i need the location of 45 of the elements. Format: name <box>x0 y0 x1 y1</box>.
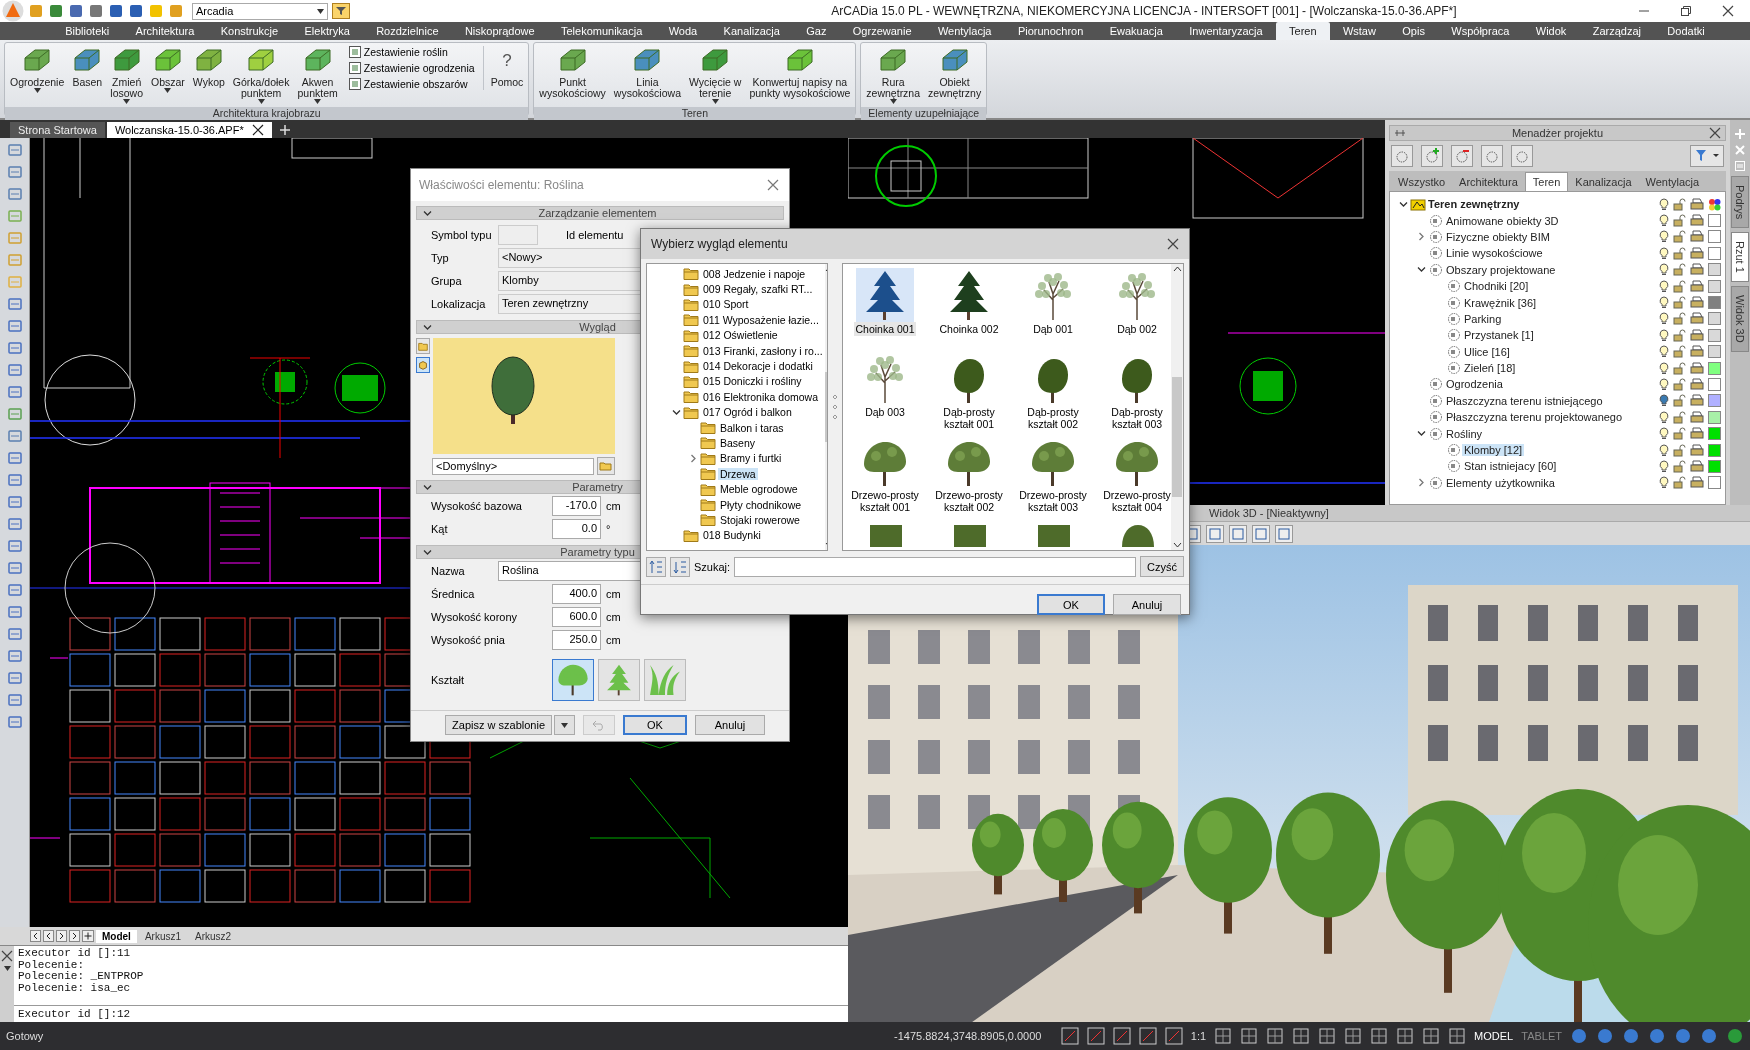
thumbnail-label: Dąb-prosty kształt 001 <box>942 405 996 431</box>
unit-label: cm <box>606 499 621 512</box>
thumbnail-label: Dąb-prosty kształt 003 <box>1110 405 1164 431</box>
command-history-line: Polecenie: isa_ec <box>18 982 132 994</box>
field-label: Id elementu <box>566 228 625 241</box>
command-history-line: Polecenie: _ENTPROP <box>18 971 145 983</box>
field-label: Kąt <box>431 522 449 535</box>
unit-label: cm <box>606 610 621 623</box>
field-label: Symbol typu <box>431 228 493 241</box>
command-history-line: Polecenie: <box>18 959 85 971</box>
thumbnail-label: Choinka 002 <box>938 322 1000 336</box>
command-history-line: Executor id []:11 <box>18 948 132 960</box>
field-label: Kształt <box>431 674 465 686</box>
window-title: ArCADia 15.0 PL - WEWNĘTRZNA, NIEKOMERCYJNA LICENCJA - INTERSOFT [001] - [Wolczanska-15.0-36.APF*] <box>831 4 1457 18</box>
unit-label: cm <box>606 633 621 646</box>
thumbnail-label: Drzewo-prosty kształt 003 <box>1018 488 1088 514</box>
thumbnail-label: Dąb 001 <box>1032 322 1074 336</box>
thumbnail-label: Drzewo-prosty kształt 002 <box>934 488 1004 514</box>
view-title: Widok 3D - [Nieaktywny] <box>1209 507 1329 519</box>
question-mark-icon: ? <box>502 46 512 74</box>
unit-label: ° <box>606 522 611 535</box>
ribbon-group-label: Architektura krajobrazu <box>5 107 529 120</box>
ribbon-group-label: Teren <box>534 107 856 120</box>
unit-label: cm <box>606 587 621 600</box>
panel-title: Menadżer projektu <box>1511 127 1604 139</box>
thumbnail-label: Dąb 002 <box>1116 322 1158 336</box>
thumbnail-label: Dąb 003 <box>864 405 906 419</box>
field-label: Wysokość korony <box>431 610 519 623</box>
thumbnail-label: Drzewo-prosty kształt 001 <box>850 488 920 514</box>
field-label: Wysokość pnia <box>431 633 506 646</box>
ribbon-group-label: Elementy uzupełniające <box>861 107 987 120</box>
dialog-title: Właściwości elementu: Roślina <box>419 178 584 192</box>
field-label: Średnica <box>431 587 476 600</box>
field-label: Wysokość bazowa <box>431 499 523 512</box>
field-label: Nazwa <box>431 564 466 577</box>
thumbnail-label: Drzewo-prosty kształt 004 <box>1102 488 1171 514</box>
coordinates-text: -1475.8824,3748.8905,0.0000 <box>894 1030 1042 1042</box>
status-text: Gotowy <box>6 1030 44 1042</box>
search-label: Szukaj: <box>694 560 731 573</box>
dialog-title: Wybierz wygląd elementu <box>651 237 788 251</box>
thumbnail-label: Choinka 001 <box>853 322 917 336</box>
field-label: Lokalizacja <box>431 297 487 310</box>
field-label: Typ <box>431 251 450 264</box>
field-label: Grupa <box>431 274 463 287</box>
thumbnail-label: Dąb-prosty kształt 002 <box>1026 405 1080 431</box>
